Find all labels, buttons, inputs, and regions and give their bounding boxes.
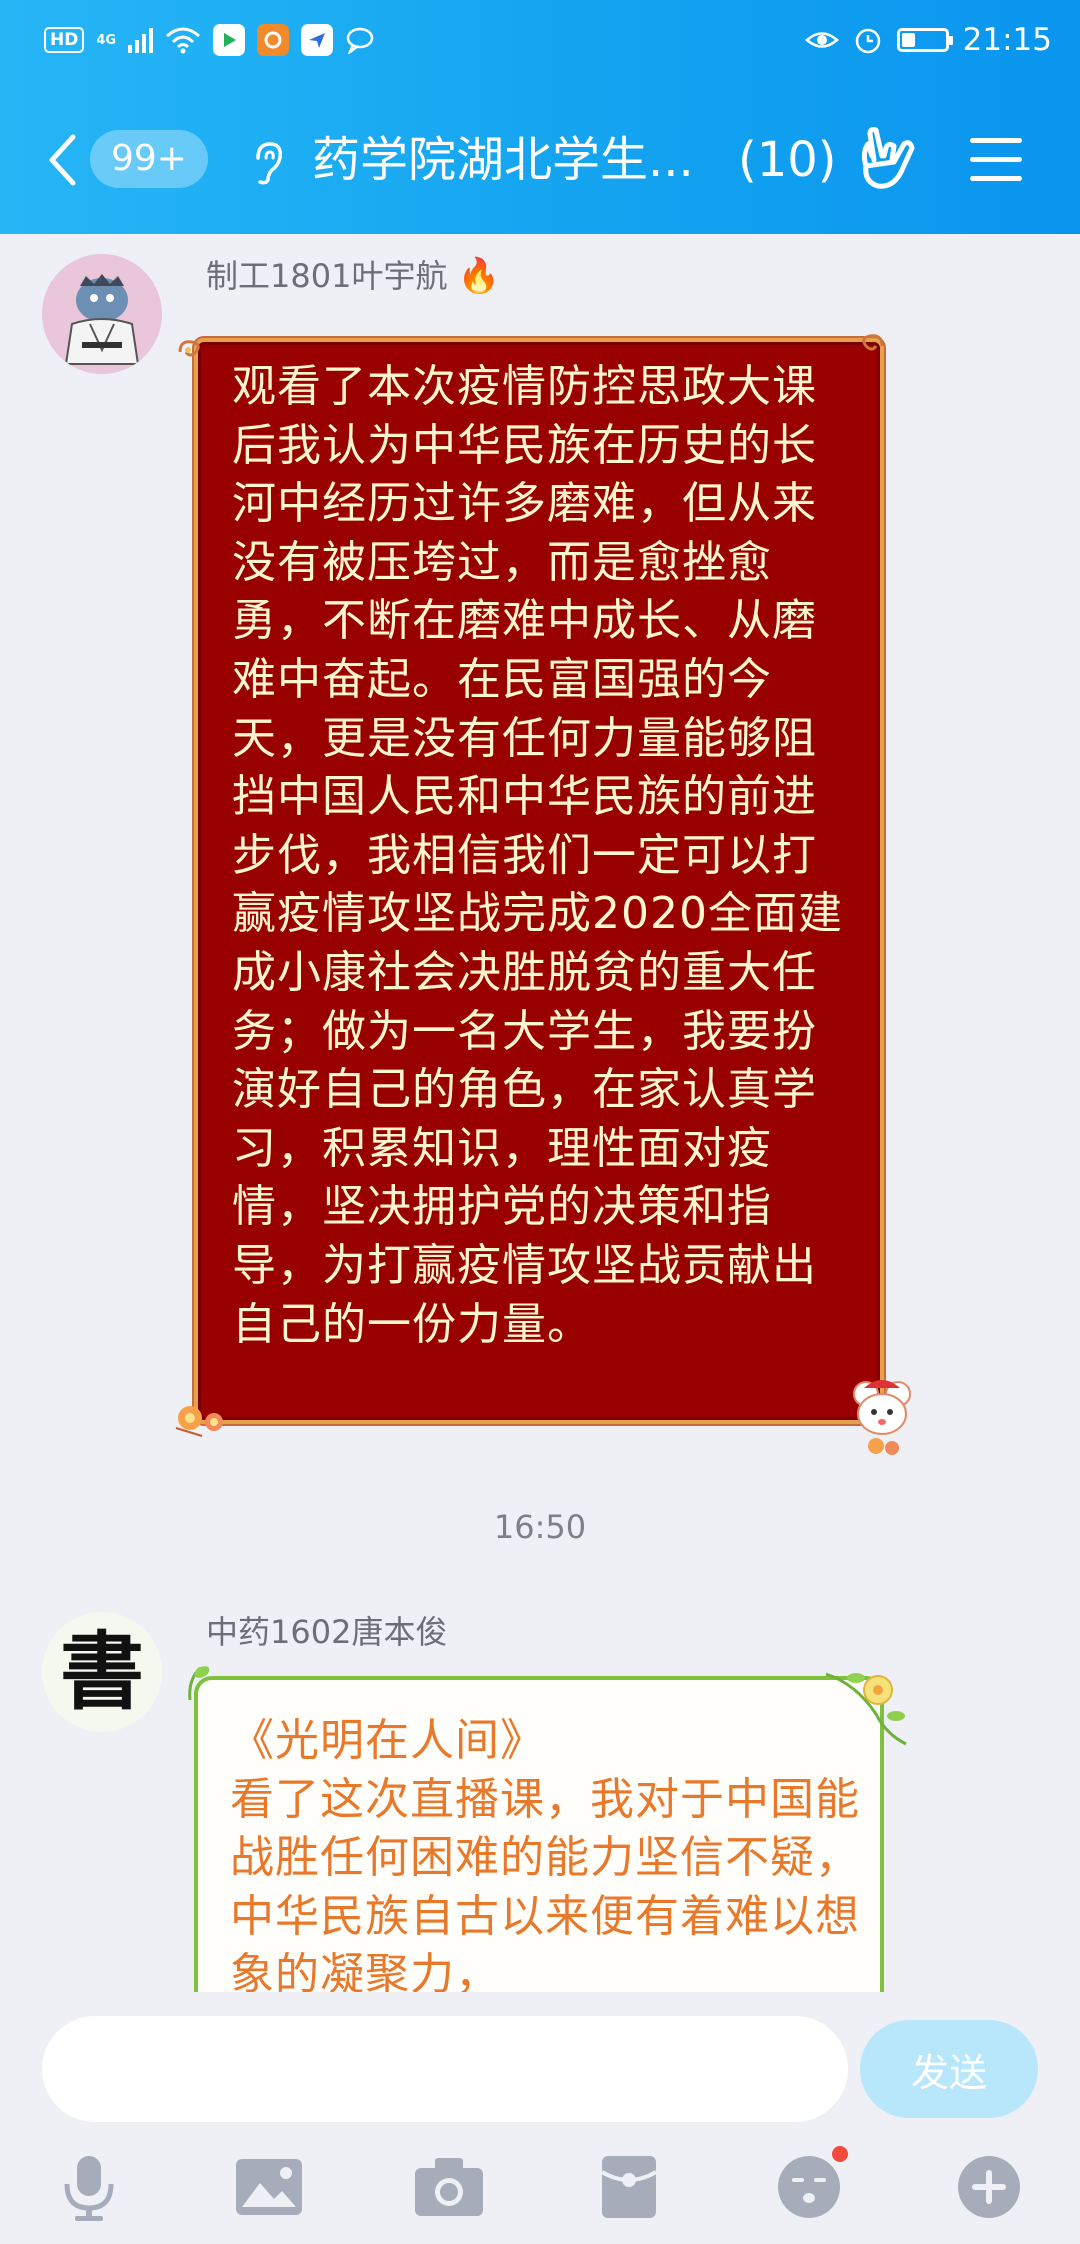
battery-icon [896,28,953,52]
chat-nav-bar: 99+ 药学院湖北学生... (10) [0,100,1080,220]
status-left: HD 4G [44,24,377,56]
camera-button[interactable] [404,2142,494,2232]
calligraphy-avatar: 書 [42,1612,162,1732]
avatar-sender-1[interactable] [42,254,162,374]
wifi-icon [166,27,201,54]
message-bubble-1[interactable]: 观看了本次疫情防控思政大课后我认为中华民族在历史的长河中经历过许多磨难，但从来没… [194,338,884,1424]
ear-icon [256,142,283,185]
network-type: 4G [96,34,116,47]
message-app-icon [301,24,334,56]
sender-name-1: 制工1801叶宇航 🔥 [206,256,500,296]
image-button[interactable] [224,2142,314,2232]
eye-comfort-icon [804,32,839,48]
red-packet-icon [600,2156,658,2218]
emoji-icon [778,2156,840,2218]
message-input[interactable] [42,2016,848,2122]
voice-button[interactable] [44,2142,134,2232]
scroll-corner-icon [862,334,884,351]
message-text-2: 《光明在人间》 看了这次直播课，我对于中国能战胜任何困难的能力坚信不疑，中华民族… [230,1715,860,2001]
hd-badge: HD [44,27,85,53]
avatar-sender-2[interactable]: 書 [42,1612,162,1732]
back-button[interactable] [40,128,84,192]
notification-dot [832,2146,848,2162]
fire-icon: 🔥 [457,256,500,296]
signal-icon [128,27,154,53]
send-button[interactable]: 发送 [860,2020,1038,2118]
message-timestamp: 16:50 [493,1508,587,1546]
member-count[interactable]: (10) [738,128,837,192]
emoji-button[interactable] [764,2142,854,2232]
hand-gesture-icon[interactable] [856,126,920,192]
unread-badge[interactable]: 99+ [90,130,208,188]
sender-name-2: 中药1602唐本俊 [206,1613,448,1651]
chat-bubble-icon [346,27,374,54]
alarm-icon [855,28,880,54]
status-bar: HD 4G 21:15 [0,0,1080,86]
header: HD 4G 21:15 99+ 药学院湖北学生... (10) [0,0,1080,234]
chevron-left-icon [49,134,76,186]
input-toolbar [0,2142,1080,2232]
cartoon-avatar-icon [42,254,162,374]
camera-icon [415,2158,483,2216]
image-icon [236,2159,302,2215]
sender-name-text: 制工1801叶宇航 [206,257,448,295]
more-button[interactable] [944,2142,1034,2232]
scroll-corner-icon [178,340,200,357]
microphone-icon [64,2156,114,2221]
red-packet-button[interactable] [584,2142,674,2232]
video-app-icon [213,24,246,56]
status-right: 21:15 [804,20,1052,60]
flower-decoration-icon [825,1672,907,1746]
mouse-mascot-icon [853,1380,911,1455]
network-label: 4G [96,32,117,48]
browser-app-icon [257,24,290,56]
chat-title[interactable]: 药学院湖北学生... [312,128,694,192]
input-bar: 发送 [0,1992,1080,2244]
flower-decoration-icon [175,1406,223,1437]
menu-icon[interactable] [968,136,1024,184]
vine-leaf-icon [188,1666,210,1701]
battery-fill [901,33,915,47]
message-text-1: 观看了本次疫情防控思政大课后我认为中华民族在历史的长河中经历过许多磨难，但从来没… [232,361,843,1350]
status-time: 21:15 [962,22,1052,58]
plus-icon [958,2156,1020,2218]
